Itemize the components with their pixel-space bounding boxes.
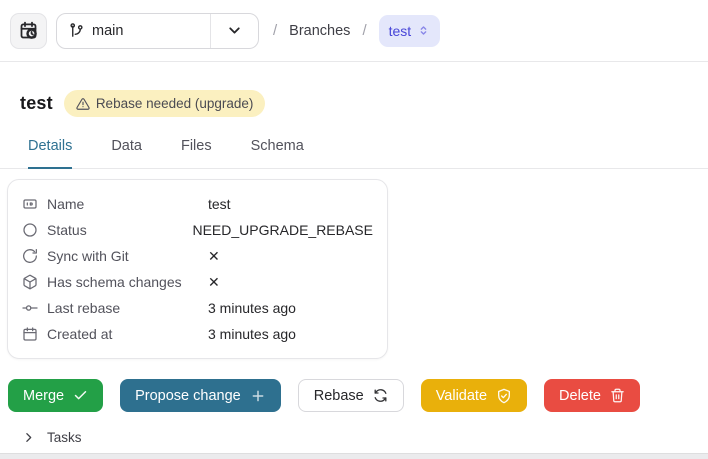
- detail-row-status: Status NEED_UPGRADE_REBASE: [22, 217, 373, 243]
- calendar-clock-icon: [18, 20, 39, 41]
- detail-row-name: Name test: [22, 191, 373, 217]
- page-title: test: [20, 93, 53, 113]
- check-icon: [73, 388, 88, 403]
- shield-check-icon: [496, 388, 512, 404]
- propose-change-button[interactable]: Propose change: [120, 379, 281, 412]
- branch-selector-value: main: [92, 22, 124, 39]
- validate-button-label: Validate: [435, 387, 488, 404]
- delete-button-label: Delete: [559, 387, 601, 404]
- detail-value-x-mark: ✕: [208, 247, 220, 264]
- id-card-icon: [22, 196, 38, 212]
- rebase-needed-badge: Rebase needed (upgrade): [63, 90, 266, 117]
- detail-value: 3 minutes ago: [208, 326, 296, 342]
- badge-label: Rebase needed (upgrade): [95, 96, 254, 111]
- detail-value: test: [208, 196, 231, 212]
- detail-value: NEED_UPGRADE_REBASE: [192, 222, 373, 238]
- branch-details-card: Name test Status NEED_UPGRADE_REBASE Syn…: [7, 179, 388, 359]
- tab-schema[interactable]: Schema: [251, 138, 304, 169]
- git-commit-icon: [22, 300, 38, 316]
- breadcrumb: / Branches / test: [273, 14, 441, 47]
- detail-label: Has schema changes: [47, 274, 182, 290]
- trash-icon: [610, 388, 625, 403]
- current-branch-name: test: [388, 22, 412, 39]
- breadcrumb-branches[interactable]: Branches: [289, 23, 350, 39]
- chevron-right-icon: [22, 431, 35, 444]
- detail-label: Status: [47, 222, 87, 238]
- git-branch-icon: [69, 23, 84, 38]
- delete-button[interactable]: Delete: [544, 379, 640, 412]
- current-branch-selector[interactable]: test: [378, 14, 441, 47]
- top-toolbar: main / Branches / test: [0, 0, 708, 62]
- breadcrumb-separator: /: [273, 22, 278, 39]
- branch-selector[interactable]: main: [56, 12, 259, 49]
- detail-value-x-mark: ✕: [208, 273, 220, 290]
- detail-label: Created at: [47, 326, 113, 342]
- circle-icon: [22, 222, 38, 238]
- tasks-section-toggle[interactable]: Tasks: [22, 430, 708, 445]
- detail-label: Name: [47, 196, 85, 212]
- detail-row-last-rebase: Last rebase 3 minutes ago: [22, 295, 373, 321]
- action-buttons: Merge Propose change Rebase Validate Del…: [8, 379, 708, 412]
- chevrons-up-down-icon: [417, 24, 430, 37]
- history-button[interactable]: [10, 12, 47, 49]
- detail-label: Last rebase: [47, 300, 121, 316]
- tab-data[interactable]: Data: [111, 138, 142, 169]
- merge-button[interactable]: Merge: [8, 379, 104, 412]
- chevron-down-icon[interactable]: [211, 22, 258, 39]
- calendar-icon: [22, 326, 38, 342]
- tasks-label: Tasks: [47, 430, 82, 445]
- merge-button-label: Merge: [23, 387, 65, 404]
- validate-button[interactable]: Validate: [420, 379, 528, 412]
- warning-triangle-icon: [76, 97, 90, 111]
- propose-change-button-label: Propose change: [135, 387, 241, 404]
- breadcrumb-separator: /: [362, 22, 367, 39]
- refresh-icon: [373, 388, 388, 403]
- rebase-button[interactable]: Rebase: [297, 379, 404, 412]
- detail-row-created-at: Created at 3 minutes ago: [22, 321, 373, 347]
- rebase-button-label: Rebase: [313, 387, 364, 404]
- plus-icon: [250, 388, 266, 404]
- next-section-edge: [0, 453, 708, 459]
- sync-icon: [22, 248, 38, 264]
- detail-row-schema-changes: Has schema changes ✕: [22, 269, 373, 295]
- detail-label: Sync with Git: [47, 248, 129, 264]
- tab-files[interactable]: Files: [181, 138, 212, 169]
- detail-value: 3 minutes ago: [208, 300, 296, 316]
- page-header: test Rebase needed (upgrade): [0, 62, 708, 117]
- tab-details[interactable]: Details: [28, 138, 73, 169]
- tab-bar: Details Data Files Schema: [0, 138, 708, 169]
- cube-icon: [22, 274, 38, 290]
- detail-row-sync: Sync with Git ✕: [22, 243, 373, 269]
